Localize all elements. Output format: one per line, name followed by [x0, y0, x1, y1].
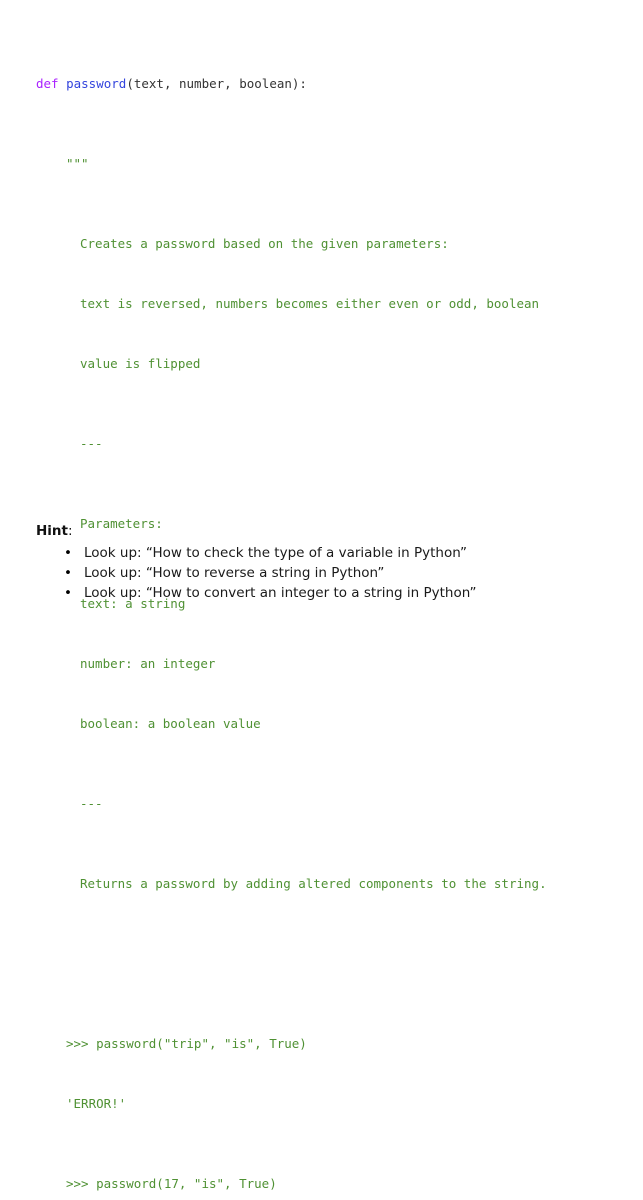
- hint-heading-label: Hint: [36, 523, 68, 539]
- code-line-function-signature: def password(text, number, boolean):: [0, 74, 643, 94]
- docstring-description-line: Creates a password based on the given pa…: [80, 236, 449, 251]
- keyword-def: def: [36, 76, 59, 91]
- python-code-block: def password(text, number, boolean): """…: [0, 14, 643, 1200]
- code-line-description-0: Creates a password based on the given pa…: [0, 234, 643, 254]
- docstring-parameter-line: boolean: a boolean value: [80, 716, 261, 731]
- docstring-separator: ---: [80, 436, 103, 451]
- docstring-separator: ---: [80, 796, 103, 811]
- doctest-prompt: >>> password(17, "is", True): [66, 1176, 277, 1191]
- bullet-icon: •: [64, 585, 72, 601]
- doctest-prompt: >>> password("trip", "is", True): [66, 1036, 307, 1051]
- code-line-example-result-0: 'ERROR!': [0, 1094, 643, 1114]
- docstring-description-line: value is flipped: [80, 356, 201, 371]
- bullet-icon: •: [64, 565, 72, 581]
- code-line-parameter-1: number: an integer: [0, 654, 643, 674]
- docstring-description-line: text is reversed, numbers becomes either…: [80, 296, 540, 311]
- code-line-description-2: value is flipped: [0, 354, 643, 374]
- docstring-parameter-line: number: an integer: [80, 656, 216, 671]
- hint-section: Hint: • Look up: “How to check the type …: [0, 522, 643, 603]
- code-line-blank-separator: [0, 954, 643, 974]
- signature-space: [59, 76, 67, 91]
- code-line-example-prompt-1: >>> password(17, "is", True): [0, 1174, 643, 1194]
- code-line-separator-bottom: ---: [0, 794, 643, 814]
- code-line-example-prompt-0: >>> password("trip", "is", True): [0, 1034, 643, 1054]
- hint-item-text: Look up: “How to check the type of a var…: [84, 545, 468, 561]
- function-name-password: password: [66, 76, 127, 91]
- list-item: • Look up: “How to reverse a string in P…: [0, 563, 643, 583]
- hint-list: • Look up: “How to check the type of a v…: [0, 543, 643, 603]
- doctest-result: 'ERROR!': [66, 1096, 127, 1111]
- hint-heading: Hint:: [0, 522, 643, 541]
- list-item: • Look up: “How to check the type of a v…: [0, 543, 643, 563]
- bullet-icon: •: [64, 545, 72, 561]
- function-parameters: (text, number, boolean):: [126, 76, 307, 91]
- code-line-separator-top: ---: [0, 434, 643, 454]
- docstring-returns-line: Returns a password by adding altered com…: [80, 876, 547, 891]
- code-line-parameter-2: boolean: a boolean value: [0, 714, 643, 734]
- code-line-docstring-open: """: [0, 154, 643, 174]
- hint-item-text: Look up: “How to reverse a string in Pyt…: [84, 565, 385, 581]
- hint-item-text: Look up: “How to convert an integer to a…: [84, 585, 477, 601]
- code-line-description-1: text is reversed, numbers becomes either…: [0, 294, 643, 314]
- hint-heading-colon: :: [68, 523, 73, 539]
- page-root: def password(text, number, boolean): """…: [0, 0, 643, 1191]
- code-line-returns: Returns a password by adding altered com…: [0, 874, 643, 894]
- list-item: • Look up: “How to convert an integer to…: [0, 583, 643, 603]
- docstring-open-quotes: """: [66, 156, 89, 171]
